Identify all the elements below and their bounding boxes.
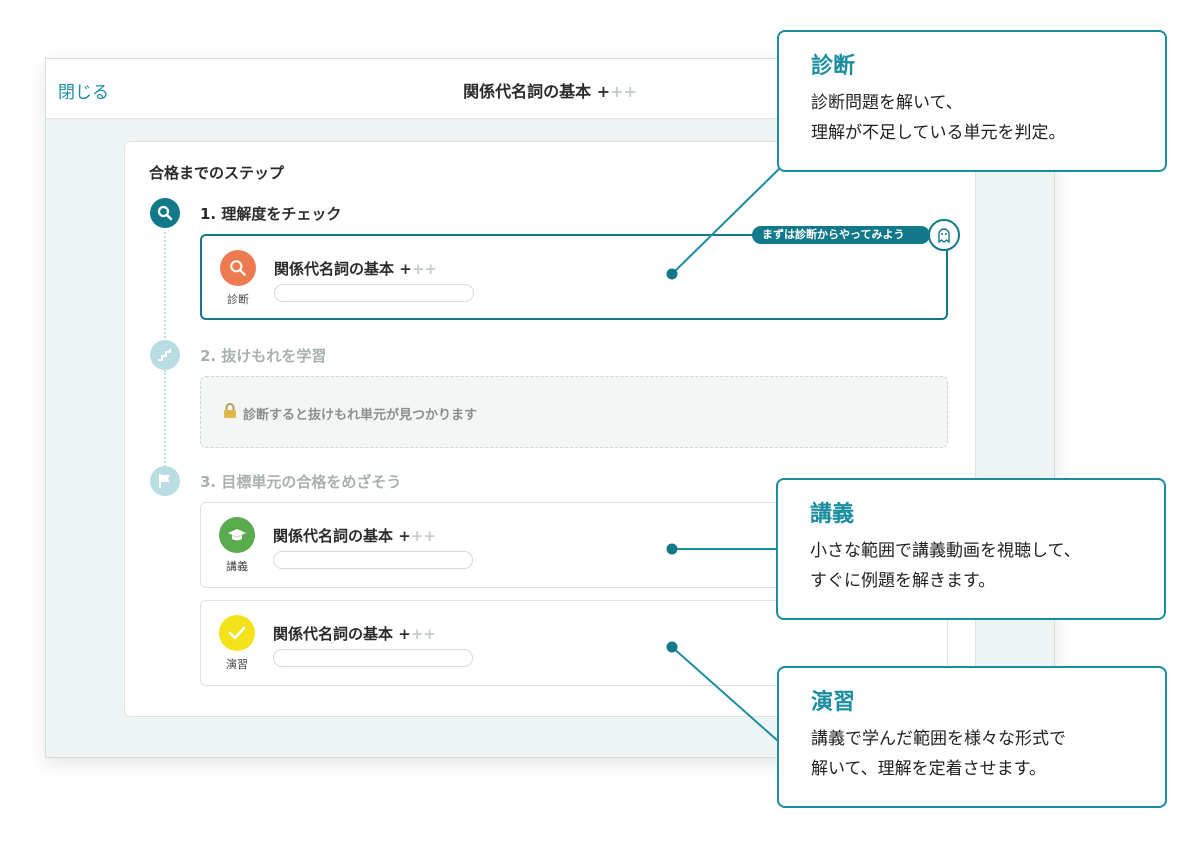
callout-practice: 演習 講義で学んだ範囲を様々な形式で 解いて、理解を定着させます。 (777, 666, 1167, 808)
callout-line: 小さな範囲で講義動画を視聴して、 (810, 541, 1081, 561)
connector-dot (666, 543, 678, 555)
callout-title: 演習 (811, 690, 856, 715)
callout-title: 診断 (811, 54, 856, 79)
callout-line: 解いて、理解を定着させます。 (811, 759, 1046, 779)
callout-line: すぐに例題を解きます。 (810, 571, 996, 591)
connector-practice (671, 646, 779, 742)
callout-line: 診断問題を解いて、 (811, 93, 963, 113)
connector-dot (666, 268, 678, 280)
callout-line: 講義で学んだ範囲を様々な形式で (811, 729, 1066, 749)
callout-diagnosis: 診断 診断問題を解いて、 理解が不足している単元を判定。 (777, 30, 1167, 172)
connector-dot (666, 641, 678, 653)
callout-lecture: 講義 小さな範囲で講義動画を視聴して、 すぐに例題を解きます。 (776, 478, 1166, 620)
connector-diagnosis (671, 167, 781, 275)
callout-title: 講義 (810, 502, 855, 527)
callout-line: 理解が不足している単元を判定。 (811, 123, 1066, 143)
